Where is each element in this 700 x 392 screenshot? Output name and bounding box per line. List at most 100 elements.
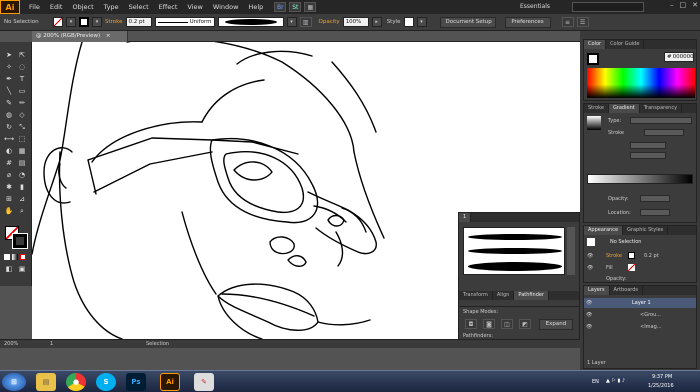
brush-stroke-2[interactable] (468, 248, 562, 254)
shape-builder-icon[interactable]: ◐ (4, 146, 14, 156)
zoom-level[interactable]: 200% (4, 341, 18, 347)
gradient-opacity-field[interactable] (640, 195, 670, 202)
symbol-sprayer-icon[interactable]: ✱ (4, 182, 14, 192)
hex-field[interactable]: # 000000 (664, 52, 694, 62)
slice-tool-icon[interactable]: ⊿ (17, 194, 27, 204)
sublayer-row-group[interactable]: 👁 <Grou... (584, 310, 696, 320)
menu-type[interactable]: Type (99, 0, 124, 14)
hand-tool-icon[interactable]: ✋ (4, 206, 14, 216)
opacity-dropdown-icon[interactable]: ▸ (371, 17, 382, 27)
paintbrush-icon[interactable]: ✎ (4, 98, 14, 108)
close-tab-icon[interactable]: × (106, 33, 111, 39)
brush-definition[interactable] (217, 17, 284, 27)
brush-stroke-3[interactable] (468, 262, 562, 271)
menu-window[interactable]: Window (208, 0, 244, 14)
color-button[interactable] (4, 254, 10, 260)
search-input[interactable] (572, 2, 644, 12)
fill-dropdown-icon[interactable]: ▾ (66, 17, 76, 27)
zoom-tool-icon[interactable]: ⌕ (17, 206, 27, 216)
stroke-row-value[interactable]: 0.2 pt (644, 253, 659, 259)
menu-file[interactable]: File (24, 0, 45, 14)
brushes-scrollbar[interactable] (567, 227, 575, 275)
language-indicator[interactable]: EN (592, 379, 599, 385)
stroke-dropdown-icon[interactable]: ▾ (92, 17, 102, 27)
color-tab[interactable]: Color (584, 40, 607, 49)
brush-dropdown-icon[interactable]: ▾ (286, 17, 297, 27)
layers-tab[interactable]: Layers (584, 286, 610, 295)
perspective-grid-icon[interactable]: ▦ (17, 146, 27, 156)
lasso-icon[interactable]: ◌ (17, 62, 27, 72)
align-icon[interactable]: ≡ (561, 17, 574, 27)
explorer-icon[interactable]: ▤ (36, 373, 56, 391)
expand-button[interactable]: Expand (539, 319, 573, 330)
fill-visibility-eye-icon[interactable]: 👁 (587, 265, 593, 271)
eraser-icon[interactable]: ◇ (17, 110, 27, 120)
scroll-strip[interactable] (0, 348, 580, 370)
panel-menu-icon[interactable]: ☰ (576, 17, 589, 27)
stock-button[interactable]: St (289, 2, 302, 12)
graphic-style-swatch[interactable] (403, 17, 414, 27)
gradient-slider[interactable] (587, 174, 693, 184)
menu-object[interactable]: Object (67, 0, 98, 14)
clock-time[interactable]: 9:37 PM (652, 374, 672, 380)
transparency-tab[interactable]: Transparency (640, 104, 683, 113)
none-button[interactable] (20, 254, 26, 260)
artboard-number[interactable]: 1 (50, 341, 53, 347)
arrange-documents-icon[interactable]: ▦ (304, 2, 317, 12)
gradient-tab[interactable]: Gradient (608, 104, 640, 113)
stroke-swatch[interactable] (79, 17, 89, 27)
gradient-swatch[interactable] (587, 116, 601, 130)
fill-row-label[interactable]: Fill (606, 265, 613, 271)
opacity-label[interactable]: Opacity (319, 19, 340, 25)
visibility-eye-icon[interactable]: 👁 (587, 253, 593, 259)
eyedropper-icon[interactable]: ⌀ (4, 170, 14, 180)
blob-brush-icon[interactable]: ◍ (4, 110, 14, 120)
maximize-icon[interactable]: □ (680, 1, 687, 9)
group-eye-icon[interactable]: 👁 (586, 312, 592, 318)
photoshop-icon[interactable]: Ps (126, 373, 146, 391)
rotate-icon[interactable]: ↻ (4, 122, 14, 132)
fill-row-swatch[interactable] (628, 264, 635, 271)
menu-effect[interactable]: Effect (154, 0, 183, 14)
preferences-button[interactable]: Preferences (504, 16, 551, 28)
stroke-tab[interactable]: Stroke (584, 104, 609, 113)
angle-field[interactable] (630, 142, 666, 149)
menu-help[interactable]: Help (243, 0, 268, 14)
bridge-button[interactable]: Br (274, 2, 287, 12)
graph-tool-icon[interactable]: ▮ (17, 182, 27, 192)
selection-tool-icon[interactable]: ➤ (4, 50, 14, 60)
aspect-field[interactable] (630, 152, 666, 159)
menu-view[interactable]: View (182, 0, 207, 14)
scale-icon[interactable]: ⤡ (17, 122, 27, 132)
blend-icon[interactable]: ◔ (17, 170, 27, 180)
artboards-tab[interactable]: Artboards (610, 286, 644, 295)
unite-icon[interactable]: ◘ (465, 319, 477, 329)
type-select[interactable] (630, 117, 692, 124)
stroke-weight-field[interactable]: 0.2 pt (125, 17, 152, 27)
close-icon[interactable]: ✕ (692, 1, 698, 9)
gradient-button[interactable] (12, 254, 18, 260)
intersect-icon[interactable]: ◫ (501, 319, 513, 329)
minimize-icon[interactable]: – (670, 1, 674, 9)
location-field[interactable] (640, 209, 670, 216)
artboard-tool-icon[interactable]: ⊞ (4, 194, 14, 204)
group-name[interactable]: <Grou... (640, 312, 661, 318)
direct-selection-tool-icon[interactable]: ⇱ (17, 50, 27, 60)
document-tab[interactable]: @ 200% (RGB/Preview) × (32, 31, 128, 42)
variable-width-profile[interactable]: Uniform (154, 17, 215, 27)
fill-swatch[interactable] (53, 17, 63, 27)
stroke-row-label[interactable]: Stroke (606, 253, 622, 259)
align-tab[interactable]: Align (493, 291, 515, 300)
document-setup-button[interactable]: Document Setup (439, 16, 496, 28)
skype-icon[interactable]: S (96, 373, 116, 391)
menu-select[interactable]: Select (124, 0, 154, 14)
menu-edit[interactable]: Edit (45, 0, 68, 14)
chrome-icon[interactable]: ● (66, 373, 86, 391)
paint-icon[interactable]: ✎ (194, 373, 214, 391)
style-dropdown-icon[interactable]: ▾ (416, 17, 427, 27)
brush-library-icon[interactable]: ▥ (299, 17, 312, 27)
screen-mode-icon[interactable]: ▣ (17, 264, 27, 274)
pen-tool-icon[interactable]: ✒ (4, 74, 14, 84)
brushes-tab[interactable]: 1 (459, 213, 472, 222)
appearance-tab[interactable]: Appearance (584, 226, 624, 235)
